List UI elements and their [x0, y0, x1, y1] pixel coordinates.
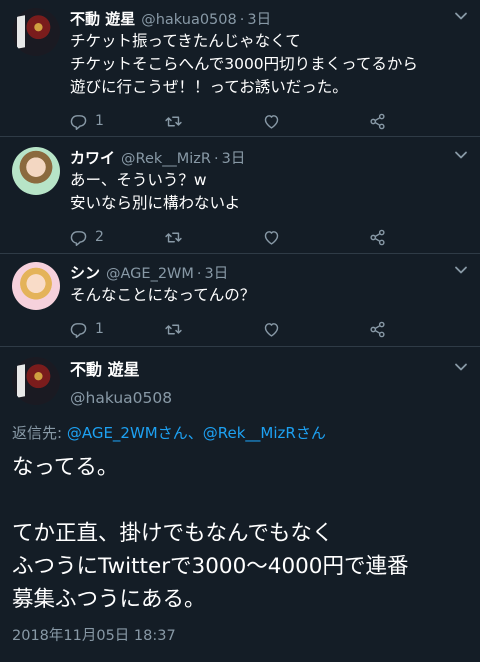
- separator: ·: [213, 151, 219, 167]
- separator: ·: [196, 266, 202, 282]
- chevron-down-icon[interactable]: [454, 264, 468, 276]
- tweet-text-line: 募集ふつうにある。: [12, 587, 206, 612]
- reply-count: 1: [95, 113, 104, 129]
- retweet-icon: [165, 113, 182, 130]
- chevron-down-icon[interactable]: [454, 149, 468, 161]
- reply-context: 返信先: @AGE_2WMさん、@Rek__MizRさん: [12, 423, 480, 443]
- share-button[interactable]: [369, 229, 389, 246]
- display-name[interactable]: シン: [70, 262, 100, 283]
- display-name[interactable]: 不動 遊星: [70, 8, 135, 29]
- tweet-time[interactable]: 3日: [247, 8, 271, 29]
- tweet-time[interactable]: 3日: [222, 147, 246, 168]
- reply-icon: [70, 229, 87, 246]
- tweet-item[interactable]: 不動 遊星 @hakua0508 · 3日 チケット振ってきたんじゃなくて チケ…: [0, 0, 480, 141]
- chevron-down-icon[interactable]: [454, 10, 468, 22]
- user-handle[interactable]: @hakua0508: [141, 12, 237, 28]
- chevron-down-icon[interactable]: [454, 361, 468, 373]
- reply-button[interactable]: 1: [70, 321, 165, 338]
- tweet-text-line: 安いなら別に構わないよ: [70, 194, 241, 212]
- separator: ·: [239, 12, 245, 28]
- retweet-button[interactable]: [165, 113, 263, 130]
- tweet-actions: 2: [70, 217, 466, 257]
- tweet-actions: 1: [70, 309, 466, 349]
- divider: [0, 346, 480, 347]
- like-icon: [263, 113, 280, 130]
- tweet-time[interactable]: 3日: [205, 262, 229, 283]
- share-icon: [369, 229, 386, 246]
- user-handle[interactable]: @AGE_2WM: [106, 266, 194, 282]
- tweet-text-line: チケットそこらへんで3000円切りまくってるから: [70, 55, 418, 73]
- retweet-icon: [165, 321, 182, 338]
- retweet-button[interactable]: [165, 321, 263, 338]
- share-button[interactable]: [369, 321, 389, 338]
- reply-button[interactable]: 2: [70, 229, 165, 246]
- share-icon: [369, 113, 386, 130]
- tweet-text-line: なってる。: [12, 455, 119, 480]
- timeline: 不動 遊星 @hakua0508 · 3日 チケット振ってきたんじゃなくて チケ…: [0, 0, 480, 662]
- tweet-text-line: ふつうにTwitterで3000〜4000円で連番: [12, 554, 409, 579]
- tweet-text-line: てか正直、掛けでもなんでもなく: [12, 521, 334, 546]
- like-button[interactable]: [263, 229, 369, 246]
- reply-label: 返信先:: [12, 424, 67, 442]
- divider: [0, 136, 480, 137]
- tweet-timestamp[interactable]: 2018年11月05日 18:37: [12, 626, 480, 646]
- reply-icon: [70, 321, 87, 338]
- tweet-item[interactable]: カワイ @Rek__MizR · 3日 あー、そういう？w 安いなら別に構わない…: [0, 139, 480, 257]
- tweet-text: そんなことになってんの？: [70, 284, 466, 307]
- avatar[interactable]: [12, 262, 60, 310]
- like-button[interactable]: [263, 321, 369, 338]
- share-button[interactable]: [369, 113, 389, 130]
- display-name[interactable]: カワイ: [70, 147, 115, 168]
- tweet-actions: 1: [70, 101, 466, 141]
- tweet-text: あー、そういう？w 安いなら別に構わないよ: [70, 169, 466, 215]
- reply-count: 1: [95, 321, 104, 337]
- avatar[interactable]: [12, 147, 60, 195]
- reply-button[interactable]: 1: [70, 113, 165, 130]
- like-icon: [263, 229, 280, 246]
- like-button[interactable]: [263, 113, 369, 130]
- reply-count: 2: [95, 229, 104, 245]
- avatar[interactable]: [12, 8, 60, 56]
- tweet-text-line: あー、そういう？w: [70, 171, 207, 189]
- display-name[interactable]: 不動 遊星: [70, 359, 172, 381]
- mention-links[interactable]: @AGE_2WMさん、@Rek__MizRさん: [67, 424, 326, 442]
- focused-tweet: 不動 遊星 @hakua0508 返信先: @AGE_2WMさん、@Rek__M…: [0, 357, 480, 646]
- share-icon: [369, 321, 386, 338]
- like-icon: [263, 321, 280, 338]
- tweet-text: チケット振ってきたんじゃなくて チケットそこらへんで3000円切りまくってるから…: [70, 30, 466, 99]
- tweet-text-line: チケット振ってきたんじゃなくて: [70, 32, 301, 50]
- avatar[interactable]: [12, 357, 60, 405]
- retweet-icon: [165, 229, 182, 246]
- retweet-button[interactable]: [165, 229, 263, 246]
- reply-icon: [70, 113, 87, 130]
- tweet-item[interactable]: シン @AGE_2WM · 3日 そんなことになってんの？ 1: [0, 254, 480, 349]
- user-handle[interactable]: @hakua0508: [70, 387, 172, 409]
- user-handle[interactable]: @Rek__MizR: [121, 151, 211, 167]
- tweet-text-line: 遊びに行こうぜ！！ってお誘いだった。: [70, 78, 348, 96]
- tweet-text: なってる。 てか正直、掛けでもなんでもなく ふつうにTwitterで3000〜4…: [12, 451, 480, 616]
- tweet-text-line: そんなことになってんの？: [70, 286, 256, 304]
